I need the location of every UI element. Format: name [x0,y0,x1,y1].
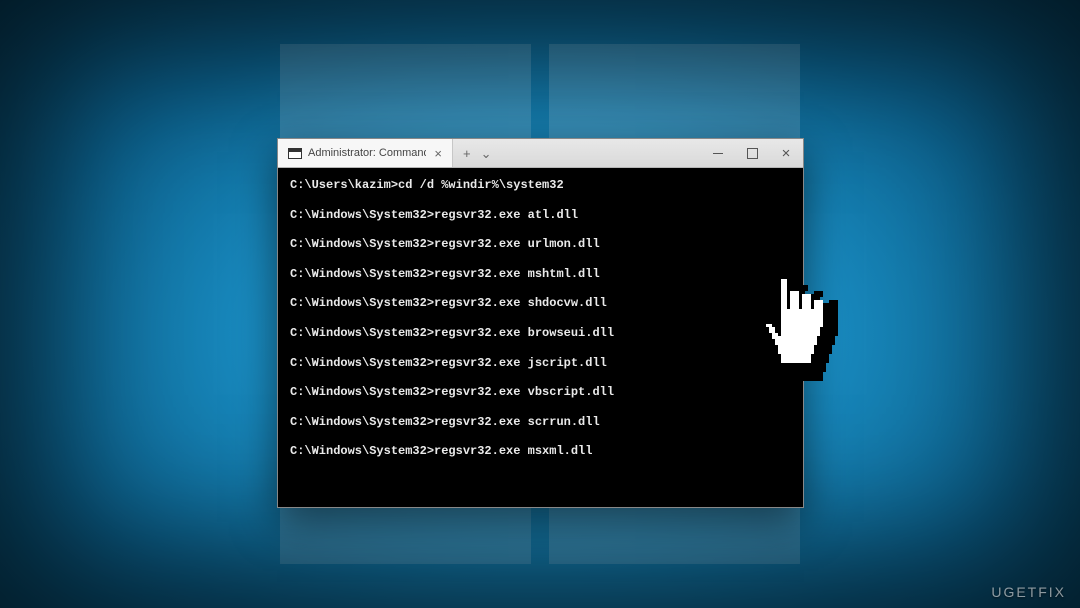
terminal-line: C:\Windows\System32>regsvr32.exe scrrun.… [290,415,791,431]
terminal-line: C:\Users\kazim>cd /d %windir%\system32 [290,178,791,194]
titlebar[interactable]: Administrator: Command Prom × + ⌄ × [278,139,803,168]
tab-title: Administrator: Command Prom [308,147,426,159]
terminal-line: C:\Windows\System32>regsvr32.exe shdocvw… [290,296,791,312]
watermark: UGETFIX [991,584,1066,600]
tab-close-button[interactable]: × [432,147,444,160]
maximize-button[interactable] [735,139,769,167]
terminal-line: C:\Windows\System32>regsvr32.exe vbscrip… [290,385,791,401]
command-prompt-window: Administrator: Command Prom × + ⌄ × C:\U… [277,138,804,508]
terminal-line: C:\Windows\System32>regsvr32.exe urlmon.… [290,237,791,253]
terminal-line: C:\Windows\System32>regsvr32.exe jscript… [290,356,791,372]
terminal-line: C:\Windows\System32>regsvr32.exe browseu… [290,326,791,342]
cmd-icon [288,148,302,159]
new-tab-button[interactable]: + [463,147,471,160]
terminal-line: C:\Windows\System32>regsvr32.exe atl.dll [290,208,791,224]
tab-dropdown-button[interactable]: ⌄ [481,147,492,160]
terminal-line: C:\Windows\System32>regsvr32.exe msxml.d… [290,444,791,460]
terminal-line: C:\Windows\System32>regsvr32.exe mshtml.… [290,267,791,283]
window-controls: × [701,139,803,167]
tab-command-prompt[interactable]: Administrator: Command Prom × [278,139,453,167]
minimize-button[interactable] [701,139,735,167]
tab-controls: + ⌄ [453,139,502,167]
terminal-body[interactable]: C:\Users\kazim>cd /d %windir%\system32 C:… [278,168,803,507]
close-button[interactable]: × [769,139,803,167]
